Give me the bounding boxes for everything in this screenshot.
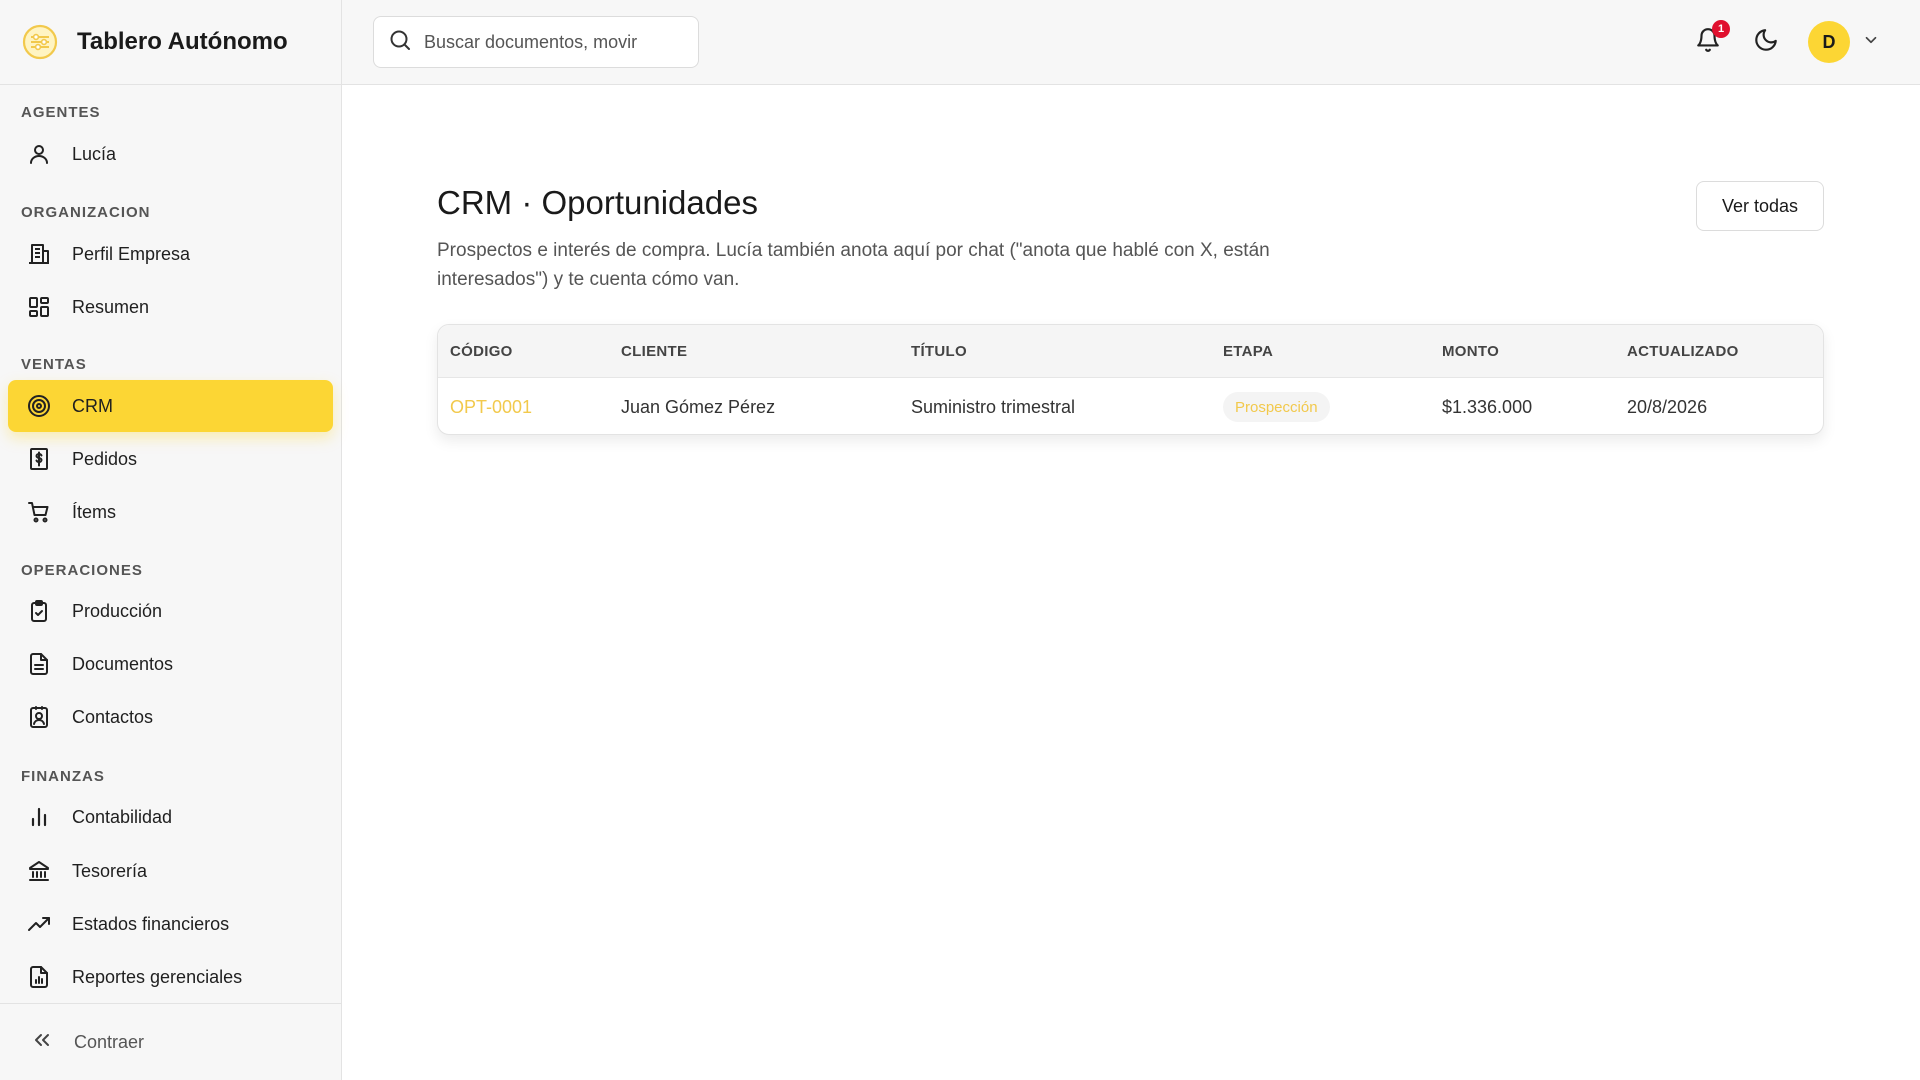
dashboard-grid-icon (26, 294, 52, 320)
building-icon (26, 241, 52, 267)
topbar-actions: 1 D (1692, 20, 1882, 64)
cart-icon (26, 499, 52, 525)
sidebar-item-label: Perfil Empresa (72, 243, 191, 264)
search-icon (388, 28, 412, 57)
column-header-cliente[interactable]: CLIENTE (621, 343, 687, 360)
sidebar-item-documentos[interactable]: Documentos (8, 638, 333, 690)
sidebar-item-label: Contabilidad (72, 806, 173, 827)
column-header-monto[interactable]: MONTO (1442, 343, 1499, 360)
chevron-down-icon (1862, 31, 1880, 54)
bank-icon (26, 858, 52, 884)
opportunities-table: CÓDIGO CLIENTE TÍTULO ETAPA MONTO ACTUAL… (437, 324, 1824, 435)
sidebar-item-lucia[interactable]: Lucía (8, 128, 333, 180)
sidebar-item-label: Ítems (72, 501, 117, 522)
section-label-agentes: AGENTES (21, 104, 101, 121)
app-title: Tablero Autónomo (77, 28, 288, 55)
sidebar-item-estados-financieros[interactable]: Estados financieros (8, 898, 333, 950)
collapse-label: Contraer (74, 1031, 145, 1052)
sidebar-item-perfil-empresa[interactable]: Perfil Empresa (8, 228, 333, 280)
target-icon (26, 393, 52, 419)
sidebar-item-contactos[interactable]: Contactos (8, 691, 333, 743)
sidebar-item-label: Tesorería (72, 860, 148, 881)
cell-title: Suministro trimestral (911, 397, 1076, 417)
document-icon (26, 651, 52, 677)
notifications-button[interactable]: 1 (1692, 20, 1730, 58)
bar-chart-icon (26, 804, 52, 830)
chevrons-left-icon (30, 1028, 54, 1057)
sidebar-item-label: Documentos (72, 653, 174, 674)
status-badge: Prospección (1223, 392, 1330, 422)
table-header: CÓDIGO CLIENTE TÍTULO ETAPA MONTO ACTUAL… (438, 325, 1823, 378)
sidebar-item-produccion[interactable]: Producción (8, 585, 333, 637)
section-label-operaciones: OPERACIONES (21, 562, 143, 579)
cell-amount: $1.336.000 (1442, 397, 1533, 417)
sidebar-item-crm[interactable]: CRM (8, 380, 333, 432)
section-label-ventas: VENTAS (21, 356, 87, 373)
column-header-etapa[interactable]: ETAPA (1223, 343, 1273, 360)
logo-icon (21, 23, 59, 61)
sidebar-item-label: Resumen (72, 296, 150, 317)
sidebar-item-reportes-gerenciales[interactable]: Reportes gerenciales (8, 951, 333, 1003)
receipt-dollar-icon (26, 446, 52, 472)
sidebar-item-items[interactable]: Ítems (8, 486, 333, 538)
sidebar-item-label: Producción (72, 600, 163, 621)
page-title: CRM · Oportunidades (437, 184, 758, 221)
column-header-titulo[interactable]: TÍTULO (911, 343, 967, 360)
search-input[interactable] (424, 31, 674, 53)
column-header-codigo[interactable]: CÓDIGO (450, 343, 513, 360)
user-menu-toggle[interactable] (1860, 31, 1882, 53)
sidebar-item-label: Pedidos (72, 448, 138, 469)
opportunity-code-link[interactable]: OPT-0001 (450, 397, 532, 418)
report-chart-icon (26, 964, 52, 990)
table-row[interactable]: OPT-0001 Juan Gómez Pérez Suministro tri… (438, 379, 1823, 434)
sidebar-item-label: Contactos (72, 706, 154, 727)
search-box[interactable] (373, 16, 699, 68)
user-icon (26, 141, 52, 167)
sidebar-item-label: CRM (72, 395, 113, 416)
sidebar-item-tesoreria[interactable]: Tesorería (8, 845, 333, 897)
theme-toggle-button[interactable] (1750, 26, 1782, 58)
avatar[interactable]: D (1808, 21, 1850, 63)
column-header-actualizado[interactable]: ACTUALIZADO (1627, 343, 1739, 360)
trending-up-icon (26, 911, 52, 937)
section-label-organizacion: ORGANIZACION (21, 204, 151, 221)
view-all-button[interactable]: Ver todas (1696, 181, 1824, 231)
sidebar-item-label: Estados financieros (72, 913, 230, 934)
sidebar-item-resumen[interactable]: Resumen (8, 281, 333, 333)
topbar: 1 D (342, 0, 1920, 85)
cell-updated: 20/8/2026 (1627, 397, 1708, 417)
contact-card-icon (26, 704, 52, 730)
notification-badge: 1 (1712, 20, 1730, 38)
section-label-finanzas: FINANZAS (21, 768, 105, 785)
moon-icon (1753, 27, 1779, 58)
sidebar-item-label: Lucía (72, 143, 117, 164)
page-description: Prospectos e interés de compra. Lucía ta… (437, 240, 1270, 290)
sidebar: Tablero Autónomo AGENTES ORGANIZACION VE… (0, 0, 342, 1080)
sidebar-item-pedidos[interactable]: Pedidos (8, 433, 333, 485)
clipboard-check-icon (26, 598, 52, 624)
cell-client: Juan Gómez Pérez (621, 397, 776, 417)
sidebar-item-contabilidad[interactable]: Contabilidad (8, 791, 333, 843)
collapse-sidebar-button[interactable]: Contraer (0, 1003, 342, 1080)
brand[interactable]: Tablero Autónomo (0, 0, 341, 85)
sidebar-item-label: Reportes gerenciales (72, 966, 243, 987)
